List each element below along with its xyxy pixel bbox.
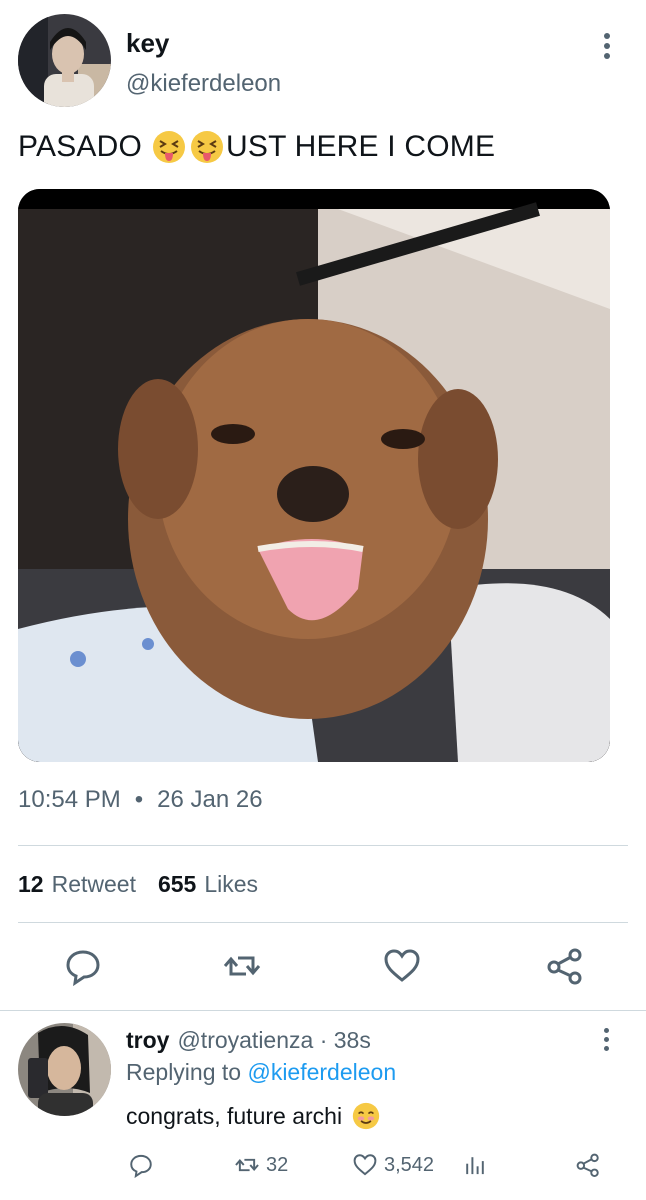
reply-text-content: congrats, future archi (126, 1102, 343, 1129)
squinting-face-with-tongue-icon (153, 131, 186, 163)
author-avatar[interactable] (18, 14, 111, 107)
separator-dot: • (134, 786, 144, 813)
tweet-actions (0, 946, 646, 990)
tweet-text-before: PASADO (18, 130, 143, 163)
retweets-stat[interactable]: 12 Retweet (18, 871, 136, 898)
reply-icon (130, 1154, 152, 1178)
retweets-count: 12 (18, 871, 44, 897)
reply-header: troy @troyatienza · 38s (126, 1027, 371, 1054)
reply-author-avatar[interactable] (18, 1023, 111, 1116)
reply-author-handle-time[interactable]: @troyatienza · 38s (177, 1027, 370, 1054)
reply-share-button[interactable] (575, 1152, 601, 1178)
squinting-face-with-tongue-icon (191, 131, 224, 163)
analytics-bars-icon (466, 1157, 484, 1175)
tweet-stats: 12 Retweet 655 Likes (18, 871, 280, 898)
reply-retweet-count: 32 (266, 1153, 289, 1176)
reply-more-options-icon[interactable] (596, 1025, 616, 1057)
divider (18, 845, 628, 846)
smiling-face-icon (352, 1102, 380, 1130)
more-options-icon[interactable] (596, 30, 618, 66)
likes-stat[interactable]: 655 Likes (158, 871, 258, 898)
reply-reply-button[interactable] (128, 1152, 154, 1178)
likes-label: Likes (204, 871, 259, 897)
reply-icon[interactable] (63, 946, 103, 986)
reply-analytics-button[interactable] (462, 1152, 488, 1178)
author-handle[interactable]: @kieferdeleon (126, 70, 281, 98)
divider (18, 922, 628, 923)
share-icon (576, 1153, 599, 1178)
replying-to-mention[interactable]: @kieferdeleon (247, 1059, 396, 1085)
replying-to: Replying to @kieferdeleon (126, 1059, 396, 1086)
tweet-date: 26 Jan 26 (157, 786, 263, 813)
reply-actions: 32 3,542 (0, 1152, 646, 1186)
tweet-timestamp[interactable]: 10:54 PM • 26 Jan 26 (18, 786, 263, 814)
reply-retweet-button[interactable]: 32 (234, 1152, 288, 1178)
tweet-text: PASADO UST HERE I COME (18, 130, 495, 164)
replying-to-prefix: Replying to (126, 1059, 242, 1085)
author-name[interactable]: key (126, 28, 169, 59)
tweet-text-after: UST HERE I COME (226, 130, 496, 163)
reply-text: congrats, future archi (126, 1102, 382, 1130)
like-heart-icon (353, 1154, 377, 1176)
reply-author-name[interactable]: troy (126, 1027, 169, 1054)
tweet-time: 10:54 PM (18, 786, 121, 813)
retweet-icon (235, 1158, 259, 1172)
likes-count: 655 (157, 871, 197, 897)
tweet-photo[interactable] (18, 189, 610, 762)
like-heart-icon[interactable] (382, 946, 422, 986)
share-icon[interactable] (545, 946, 585, 986)
section-separator (0, 1010, 646, 1011)
retweets-label: Retweet (51, 871, 136, 897)
reply-like-button[interactable]: 3,542 (352, 1152, 434, 1178)
retweet-icon[interactable] (222, 946, 262, 986)
reply-like-count: 3,542 (384, 1153, 435, 1176)
